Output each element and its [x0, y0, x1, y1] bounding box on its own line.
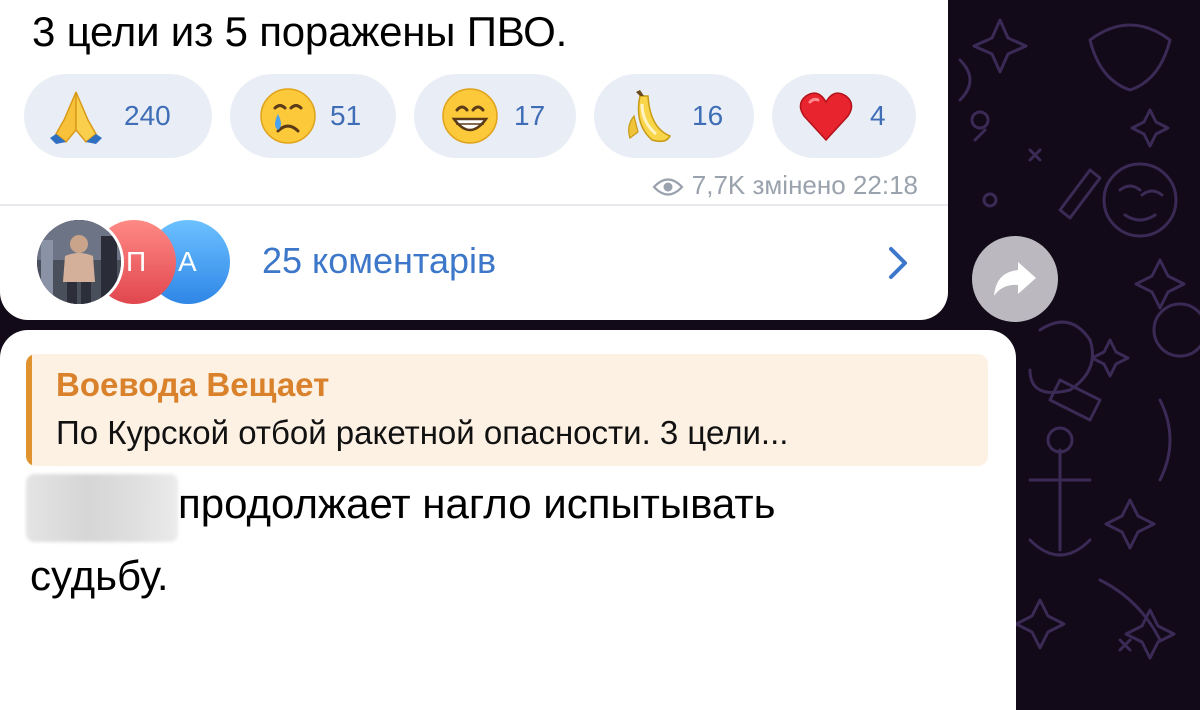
grinning-face-icon	[442, 88, 498, 144]
post-text: 3 цели из 5 поражены ПВО.	[32, 8, 568, 55]
reaction-red-heart[interactable]: 4	[772, 74, 916, 158]
reaction-count: 17	[514, 100, 546, 131]
comments-button[interactable]: П А 25 коментарів	[0, 206, 948, 318]
reaction-grinning-face[interactable]: 17	[414, 74, 576, 158]
commenter-photo-avatar	[37, 220, 121, 304]
avatar-initial: А	[178, 246, 197, 277]
avatar-initial: П	[126, 246, 147, 277]
avatar	[34, 217, 124, 307]
comments-count-label: 25 коментарів	[262, 240, 497, 281]
red-heart-icon	[799, 92, 853, 142]
reply-message-bubble: Воевода Вещает По Курской отбой ракетной…	[0, 330, 1016, 710]
view-count: 7,7K	[691, 170, 746, 200]
message-text-line: продолжает нагло испытывать	[178, 480, 776, 527]
reaction-count: 16	[692, 100, 724, 131]
post-meta: 7,7K змінено 22:18	[652, 170, 918, 201]
reaction-count: 240	[124, 100, 171, 131]
quote-accent-bar	[26, 354, 32, 466]
reaction-folded-hands[interactable]: 240	[24, 74, 212, 158]
quoted-message[interactable]: Воевода Вещает По Курской отбой ракетной…	[26, 354, 988, 466]
eye-icon	[652, 178, 684, 196]
quoted-text: По Курской отбой ракетной опасности. 3 ц…	[56, 414, 789, 451]
reaction-count: 51	[330, 100, 362, 131]
quoted-author: Воевода Вещает	[56, 366, 330, 403]
chevron-right-icon	[889, 247, 907, 279]
crying-face-icon	[260, 88, 316, 144]
edited-time: змінено 22:18	[752, 170, 919, 200]
reaction-count: 4	[870, 100, 886, 131]
forward-button[interactable]	[972, 236, 1058, 322]
reaction-banana[interactable]: 16	[594, 74, 754, 158]
banana-icon	[628, 90, 672, 143]
message-text-line: судьбу.	[30, 552, 169, 599]
channel-post-bubble: 3 цели из 5 поражены ПВО. 240 51 17 16 4…	[0, 0, 948, 320]
redacted-word	[26, 474, 178, 542]
share-arrow-icon	[994, 262, 1036, 296]
reaction-crying-face[interactable]: 51	[230, 74, 396, 158]
folded-hands-icon	[50, 91, 102, 144]
